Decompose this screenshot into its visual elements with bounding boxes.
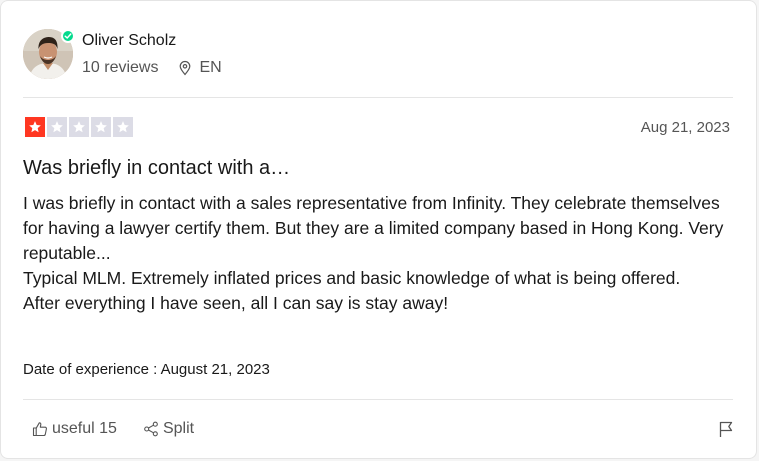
thumbs-up-icon [32,422,47,437]
share-button[interactable]: Split [143,420,194,438]
review-paragraph: After everything I have seen, all I can … [23,293,449,313]
review-body: I was briefly in contact with a sales re… [23,191,739,316]
star-icon [73,121,85,133]
review-title[interactable]: Was briefly in contact with a… [23,157,290,180]
share-icon [144,421,158,437]
star-icon [117,121,129,133]
divider-bottom [23,399,733,400]
flag-icon[interactable] [717,420,735,438]
avatar[interactable] [23,29,75,79]
star-empty [91,117,111,137]
reviewer-name[interactable]: Oliver Scholz [82,31,222,51]
useful-button[interactable]: useful 15 [32,420,117,438]
date-of-experience: Date of experience : August 21, 2023 [23,361,270,378]
star-icon [29,121,41,133]
review-paragraph: Typical MLM. Extremely inflated prices a… [23,268,681,288]
reviewer-country: EN [199,59,222,76]
star-icon [95,121,107,133]
reviewer-meta: 10 reviews EN [82,58,222,78]
reviewer-info: Oliver Scholz 10 reviews EN [82,30,222,78]
share-label: Split [162,420,195,437]
star-filled [25,117,45,137]
review-paragraph: I was briefly in contact with a sales re… [23,193,724,263]
star-rating [25,117,133,137]
review-card: Oliver Scholz 10 reviews EN Aug 21, 2023… [0,0,757,459]
location-pin-icon [180,60,191,76]
reviewer-header: Oliver Scholz 10 reviews EN [23,28,222,80]
useful-label: useful 15 [52,420,117,437]
star-empty [47,117,67,137]
divider-top [23,97,733,98]
star-icon [51,121,63,133]
verified-badge [61,29,75,43]
checkmark-icon [64,33,72,39]
star-empty [69,117,89,137]
review-count: 10 reviews [82,59,159,76]
reviewer-location: EN [177,58,222,78]
review-actions: useful 15 Split [23,417,735,441]
review-date: Aug 21, 2023 [640,119,730,136]
star-empty [113,117,133,137]
